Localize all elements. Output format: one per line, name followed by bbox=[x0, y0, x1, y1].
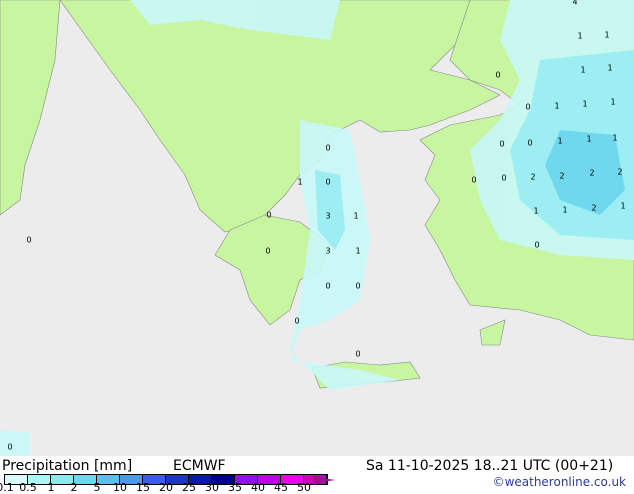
map-value-label: 0 bbox=[265, 246, 271, 256]
map-value-label: 0 bbox=[325, 143, 331, 153]
map-value-label: 0 bbox=[495, 70, 501, 80]
precipitation-map[interactable]: 4 1 1 0 1 1 0 1 1 1 0 0 0 1 1 1 1 0 0 0 2 2 2 2 0 3 1 1 1 2 1 0 0 3 1 0 0 0 0 0… bbox=[0, 0, 634, 456]
valid-time: Sa 11-10-2025 18..21 UTC (00+21) bbox=[366, 458, 614, 474]
map-value-label: 0 bbox=[26, 235, 32, 245]
map-value-label: 1 bbox=[586, 134, 592, 144]
cyprus-land bbox=[479, 319, 506, 346]
map-value-label: 1 bbox=[582, 99, 588, 109]
legend-tick-label: 0.5 bbox=[19, 481, 37, 494]
map-value-label: 1 bbox=[580, 65, 586, 75]
legend-arrow-icon bbox=[314, 475, 336, 485]
map-value-label: 1 bbox=[620, 201, 626, 211]
map-value-label: 0 bbox=[266, 210, 272, 220]
legend-tick-label: 2 bbox=[70, 481, 78, 494]
legend-tick-label: 0.1 bbox=[0, 481, 14, 494]
map-value-label: 2 bbox=[589, 168, 595, 178]
map-value-label: 0 bbox=[525, 102, 531, 112]
map-value-label: 0 bbox=[499, 139, 505, 149]
map-value-label: 2 bbox=[591, 203, 597, 213]
legend-tick-label: 45 bbox=[274, 481, 288, 494]
map-value-label: 0 bbox=[7, 442, 13, 452]
map-value-label: 1 bbox=[577, 31, 583, 41]
map-value-label: 0 bbox=[325, 281, 331, 291]
legend-tick-label: 15 bbox=[136, 481, 150, 494]
map-value-label: 4 bbox=[572, 0, 578, 7]
map-value-label: 1 bbox=[610, 97, 616, 107]
legend-tick-label: 30 bbox=[205, 481, 219, 494]
map-value-label: 1 bbox=[562, 205, 568, 215]
map-value-label: 2 bbox=[530, 172, 536, 182]
map-value-label: 1 bbox=[355, 246, 361, 256]
map-value-label: 1 bbox=[554, 101, 560, 111]
map-value-label: 3 bbox=[325, 246, 331, 256]
italy-land bbox=[0, 0, 61, 216]
legend-tick-label: 40 bbox=[251, 481, 265, 494]
map-value-label: 0 bbox=[471, 175, 477, 185]
map-value-label: 0 bbox=[294, 316, 300, 326]
map-value-label: 1 bbox=[612, 133, 618, 143]
map-value-label: 0 bbox=[355, 349, 361, 359]
map-value-label: 0 bbox=[355, 281, 361, 291]
map-value-label: 2 bbox=[617, 167, 623, 177]
map-value-label: 1 bbox=[604, 30, 610, 40]
map-value-label: 2 bbox=[559, 171, 565, 181]
map-value-label: 0 bbox=[527, 138, 533, 148]
balkans-land bbox=[59, 0, 501, 233]
precip-sw bbox=[0, 430, 30, 456]
legend-tick-label: 10 bbox=[113, 481, 127, 494]
legend-tick-label: 25 bbox=[182, 481, 196, 494]
model-name: ECMWF bbox=[173, 458, 226, 474]
legend-tick-label: 5 bbox=[93, 481, 101, 494]
legend-tick-label: 1 bbox=[47, 481, 55, 494]
footer: Precipitation [mm] ECMWF Sa 11-10-2025 1… bbox=[0, 456, 634, 494]
map-value-label: 3 bbox=[325, 211, 331, 221]
map-value-label: 1 bbox=[297, 177, 303, 187]
map-value-label: 0 bbox=[501, 173, 507, 183]
map-value-label: 1 bbox=[533, 206, 539, 216]
map-value-label: 1 bbox=[353, 211, 359, 221]
map-value-label: 1 bbox=[557, 136, 563, 146]
credit-link[interactable]: ©weatheronline.co.uk bbox=[493, 475, 626, 489]
map-shapes bbox=[0, 0, 634, 456]
map-value-label: 1 bbox=[607, 63, 613, 73]
map-value-label: 0 bbox=[325, 177, 331, 187]
legend-tick-label: 50 bbox=[297, 481, 311, 494]
legend-tick-label: 35 bbox=[228, 481, 242, 494]
legend-tick-label: 20 bbox=[159, 481, 173, 494]
map-value-label: 0 bbox=[534, 240, 540, 250]
precip-aegean bbox=[290, 120, 400, 390]
product-title: Precipitation [mm] bbox=[2, 458, 133, 474]
